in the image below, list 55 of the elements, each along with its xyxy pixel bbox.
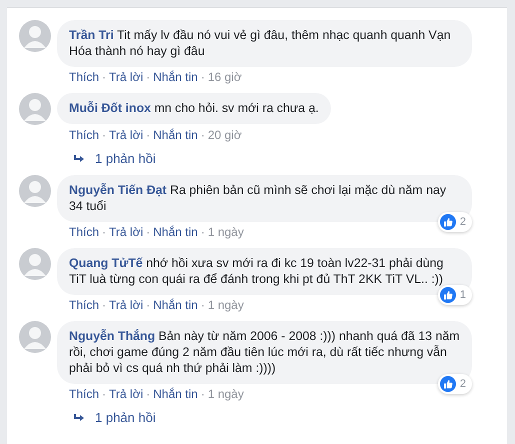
thumbs-up-icon bbox=[440, 287, 456, 303]
comment-action-link[interactable]: Thích bbox=[69, 297, 100, 313]
separator-dot: · bbox=[102, 297, 106, 313]
like-count: 1 bbox=[460, 288, 466, 302]
comment-action-link[interactable]: Nhắn tin bbox=[153, 386, 198, 402]
comment-action-link[interactable]: Thích bbox=[69, 127, 100, 143]
author-link[interactable]: Nguyễn Thắng bbox=[69, 329, 156, 343]
separator-dot: · bbox=[146, 386, 150, 402]
separator-dot: · bbox=[102, 224, 106, 240]
separator-dot: · bbox=[146, 297, 150, 313]
comment-action-link[interactable]: Thích bbox=[69, 224, 100, 240]
comment-text: Quang TửTế nhớ hồi xưa sv mới ra đi kc 19 toàn lv22-31 phải dùng TiT luà từng con quái ra để đánh trong khi pt đủ ThT 2KK TiT VL.. :)) bbox=[69, 255, 444, 287]
separator-dot: · bbox=[102, 127, 106, 143]
separator-dot: · bbox=[200, 386, 205, 402]
avatar[interactable] bbox=[19, 321, 51, 353]
comment-text: Trần Tri Tit mấy lv đầu nó vui vẻ gì đâu, thêm nhạc quanh quanh Vạn Hóa thành nó hay gì đâu bbox=[69, 27, 452, 59]
comment-action-link[interactable]: Nhắn tin bbox=[153, 224, 198, 240]
avatar[interactable] bbox=[19, 93, 51, 125]
separator-dot: · bbox=[200, 69, 205, 85]
author-link[interactable]: Quang TửTế bbox=[69, 256, 143, 270]
author-link[interactable]: Nguyễn Tiến Đạt bbox=[69, 183, 167, 197]
avatar[interactable] bbox=[19, 175, 51, 207]
replies-link[interactable]: 1 phản hồi bbox=[95, 151, 156, 167]
like-count: 2 bbox=[460, 215, 466, 229]
thumbs-up-icon bbox=[440, 376, 456, 392]
separator-dot: · bbox=[200, 224, 205, 240]
comment-action-link[interactable]: Nhắn tin bbox=[153, 69, 198, 85]
comment-action-link[interactable]: Thích bbox=[69, 69, 100, 85]
comment-action-link[interactable]: Nhắn tin bbox=[153, 297, 198, 313]
comment-text: Nguyễn Tiến Đạt Ra phiên bản cũ mình sẽ chơi lại mặc dù năm nay 34 tuổi bbox=[69, 182, 448, 214]
comment-action-link[interactable]: Trả lời bbox=[109, 224, 144, 240]
reply-arrow-icon bbox=[73, 154, 85, 164]
comment-text: Nguyễn Thắng Bản này từ năm 2006 - 2008 :))) nhanh quá đã 13 năm rồi, chơi game đúng 2 năm đầu tiên lúc mới ra, dù rất tiếc nhưng vẫn phải bỏ vì cs quá nh thứ phải làm :)))) bbox=[69, 328, 460, 376]
author-link[interactable]: Muỗi Đốt inox bbox=[69, 101, 151, 115]
author-link[interactable]: Trần Tri bbox=[69, 28, 114, 42]
comment-action-link[interactable]: Trả lời bbox=[109, 127, 144, 143]
reply-arrow-icon bbox=[73, 413, 85, 423]
thumbs-up-icon bbox=[440, 214, 456, 230]
separator-dot: · bbox=[146, 127, 150, 143]
avatar[interactable] bbox=[19, 248, 51, 280]
separator-dot: · bbox=[102, 386, 106, 402]
comment-action-link[interactable]: Thích bbox=[69, 386, 100, 402]
replies-link[interactable]: 1 phản hồi bbox=[95, 410, 156, 426]
separator-dot: · bbox=[146, 69, 150, 85]
avatar[interactable] bbox=[19, 20, 51, 52]
comment-action-link[interactable]: Trả lời bbox=[109, 297, 144, 313]
comment-action-link[interactable]: Nhắn tin bbox=[153, 127, 198, 143]
separator-dot: · bbox=[200, 127, 205, 143]
separator-dot: · bbox=[146, 224, 150, 240]
separator-dot: · bbox=[102, 69, 106, 85]
like-count: 2 bbox=[460, 377, 466, 391]
comment-action-link[interactable]: Trả lời bbox=[109, 69, 144, 85]
comment-action-link[interactable]: Trả lời bbox=[109, 386, 144, 402]
comment-text: Muỗi Đốt inox mn cho hỏi. sv mới ra chưa ạ. bbox=[69, 100, 319, 116]
separator-dot: · bbox=[200, 297, 205, 313]
